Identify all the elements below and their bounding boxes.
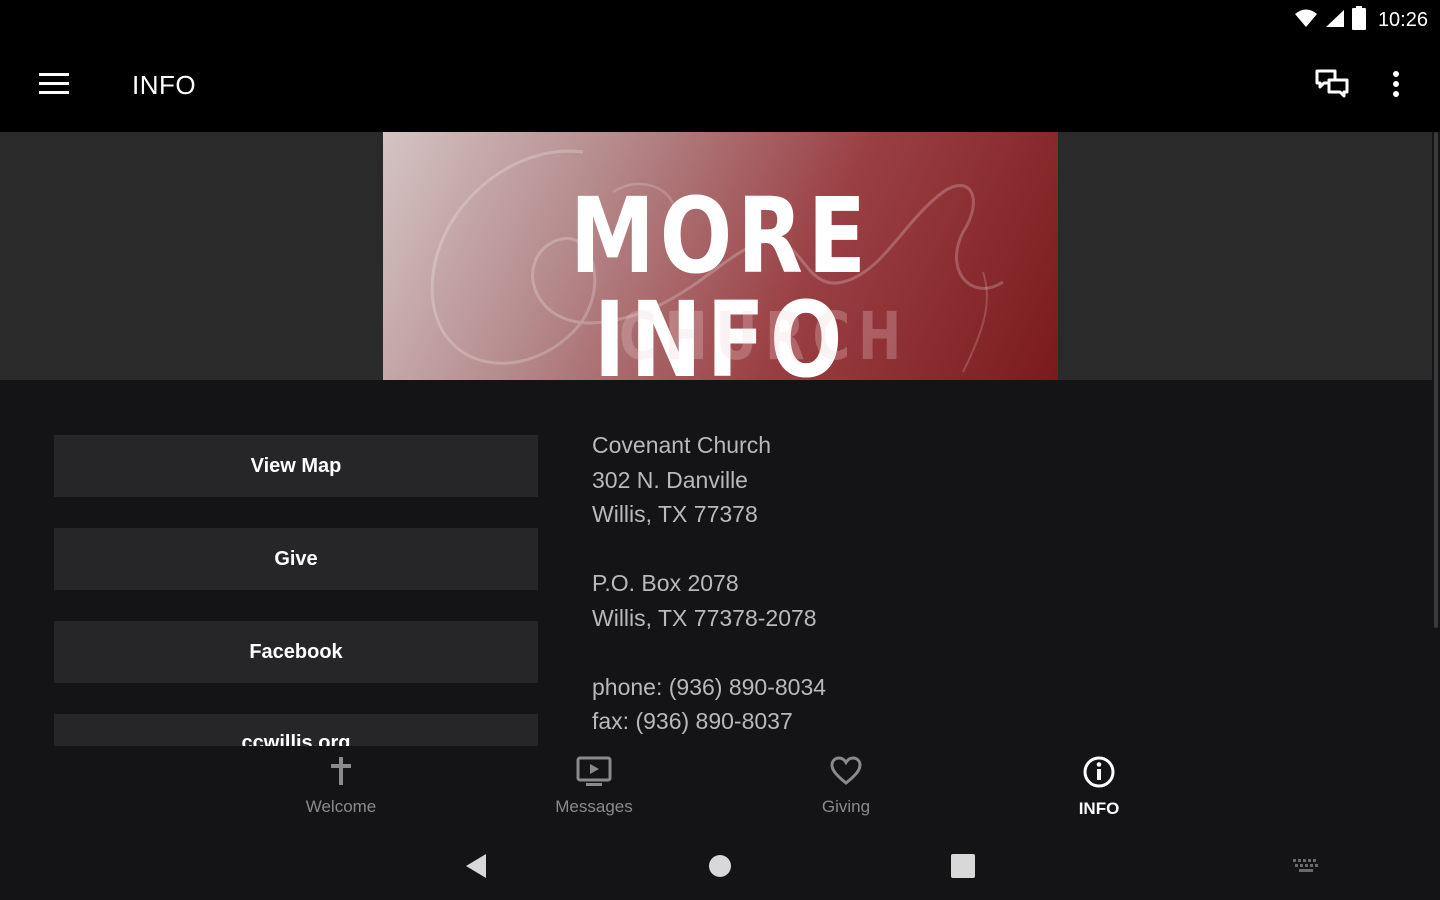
facebook-button[interactable]: Facebook [54, 621, 538, 683]
nav-messages[interactable]: Messages [504, 756, 684, 826]
banner-band: MORE INFO CHURCH [0, 132, 1440, 380]
info-content: View Map Give Facebook ccwillis.org Cove… [0, 380, 1432, 746]
nav-label-messages: Messages [555, 797, 633, 816]
back-button[interactable] [456, 848, 496, 888]
home-icon [708, 854, 732, 883]
give-button[interactable]: Give [54, 528, 538, 590]
banner-image: MORE INFO CHURCH [383, 132, 1058, 380]
page-title: INFO [132, 70, 197, 100]
system-nav-bar [0, 832, 1440, 900]
po-city-state-zip: Willis, TX 77378-2078 [592, 604, 817, 631]
keyboard-button[interactable] [1286, 848, 1326, 888]
recents-button[interactable] [943, 848, 983, 888]
city-state-zip: Willis, TX 77378 [592, 501, 758, 527]
scrollbar[interactable] [1432, 132, 1440, 746]
bottom-navigation: Welcome Messages Giving INFO [0, 746, 1440, 832]
wifi-icon [1294, 8, 1318, 33]
church-name: Covenant Church [592, 432, 771, 458]
nav-label-info: INFO [1078, 799, 1120, 818]
nav-giving[interactable]: Giving [756, 756, 936, 826]
nav-info[interactable]: INFO [1009, 756, 1189, 826]
fax-number: fax: (936) 890-8037 [592, 708, 793, 734]
status-bar: 10:26 [0, 0, 1440, 40]
nav-welcome[interactable]: Welcome [251, 756, 431, 826]
scroll-thumb[interactable] [1434, 132, 1438, 628]
overflow-menu-button[interactable] [1376, 64, 1416, 108]
nav-label-giving: Giving [821, 797, 871, 816]
cross-icon [328, 756, 354, 791]
banner-subtitle: CHURCH [619, 298, 909, 375]
contact-info: Covenant Church 302 N. Danville Willis, … [592, 428, 826, 739]
more-vert-icon [1392, 70, 1400, 102]
menu-button[interactable] [30, 66, 78, 106]
chat-button[interactable] [1308, 64, 1356, 108]
keyboard-icon [1292, 857, 1320, 880]
status-time: 10:26 [1377, 8, 1428, 31]
phone-number[interactable]: phone: (936) 890-8034 [592, 670, 826, 705]
website-button[interactable]: ccwillis.org [54, 714, 538, 746]
menu-icon [39, 72, 69, 100]
street-address: 302 N. Danville [592, 466, 748, 493]
po-box: P.O. Box 2078 [592, 570, 739, 596]
status-icons: 10:26 [1294, 5, 1428, 35]
home-button[interactable] [700, 848, 740, 888]
app-bar: INFO [0, 40, 1440, 132]
heart-icon [830, 756, 862, 791]
cell-signal-icon [1324, 8, 1346, 33]
back-icon [464, 853, 488, 884]
battery-icon [1351, 5, 1366, 35]
info-icon [1083, 756, 1115, 793]
chat-icon [1315, 69, 1349, 104]
nav-label-welcome: Welcome [305, 797, 377, 816]
video-screen-icon [576, 756, 612, 791]
view-map-button[interactable]: View Map [54, 435, 538, 497]
recents-icon [950, 853, 976, 884]
